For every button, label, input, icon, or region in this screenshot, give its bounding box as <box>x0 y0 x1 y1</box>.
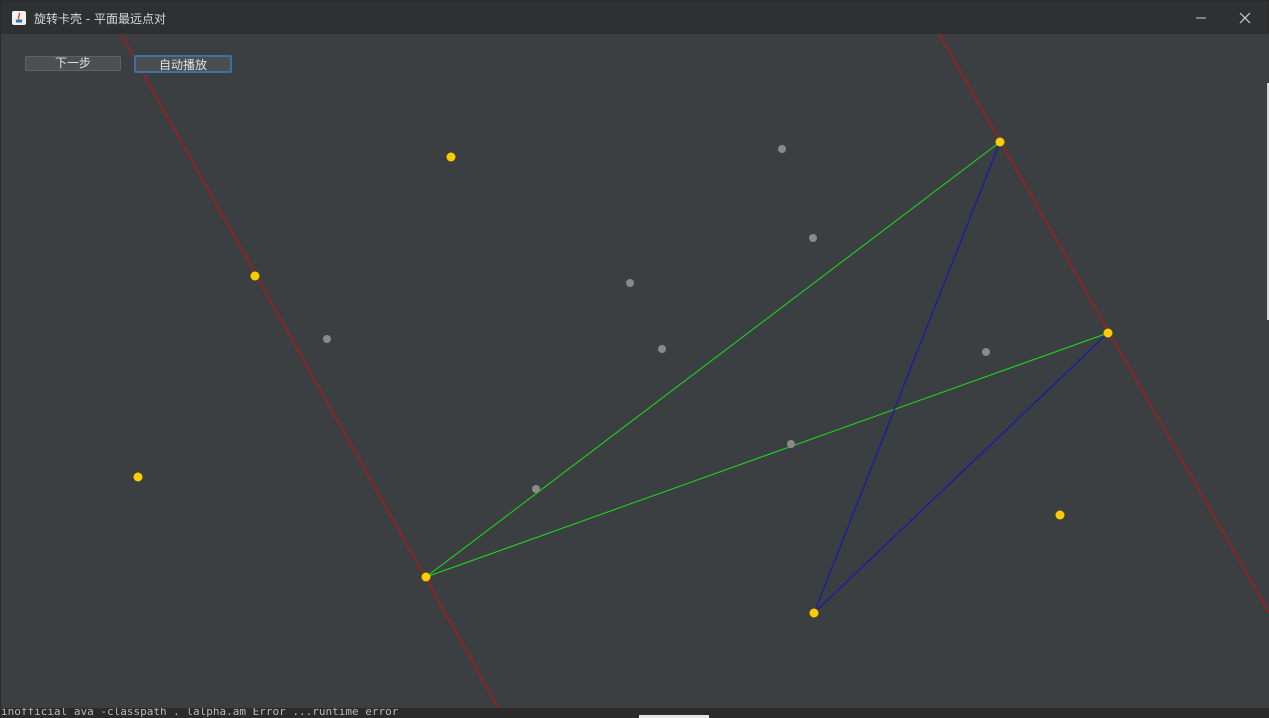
title-bar[interactable]: 旋转卡壳 - 平面最远点对 <box>1 1 1268 34</box>
hull-point <box>133 472 143 482</box>
hull-point <box>1055 510 1065 520</box>
current-pair-segment <box>813 332 1109 614</box>
hull-point <box>1103 328 1113 338</box>
app-window: 旋转卡壳 - 平面最远点对 下一步 自动播放 inofficial ava -c… <box>0 0 1269 718</box>
autoplay-button[interactable]: 自动播放 <box>134 55 232 73</box>
hull-point <box>421 572 431 582</box>
drawing-canvas: 下一步 自动播放 <box>1 34 1269 718</box>
inner-point <box>626 279 634 287</box>
close-button[interactable] <box>1223 1 1267 34</box>
next-step-button[interactable]: 下一步 <box>25 56 121 71</box>
close-icon <box>1239 12 1251 23</box>
window-title: 旋转卡壳 - 平面最远点对 <box>34 12 166 26</box>
rotating-calipers-plot <box>120 34 1269 718</box>
minimize-icon <box>1196 17 1206 18</box>
candidate-segment <box>425 332 1109 578</box>
hull-point <box>809 608 819 618</box>
caliper-line-left <box>120 34 505 718</box>
hull-point <box>250 271 260 281</box>
inner-point <box>982 348 990 356</box>
caliper-line-right <box>938 34 1269 614</box>
inner-point <box>787 440 795 448</box>
inner-point <box>323 335 331 343</box>
java-app-icon <box>12 11 26 25</box>
inner-point <box>532 485 540 493</box>
minimize-button[interactable] <box>1179 1 1223 34</box>
hull-point <box>995 137 1005 147</box>
hull-point <box>446 152 456 162</box>
inner-point <box>809 234 817 242</box>
inner-point <box>778 145 786 153</box>
inner-point <box>658 345 666 353</box>
